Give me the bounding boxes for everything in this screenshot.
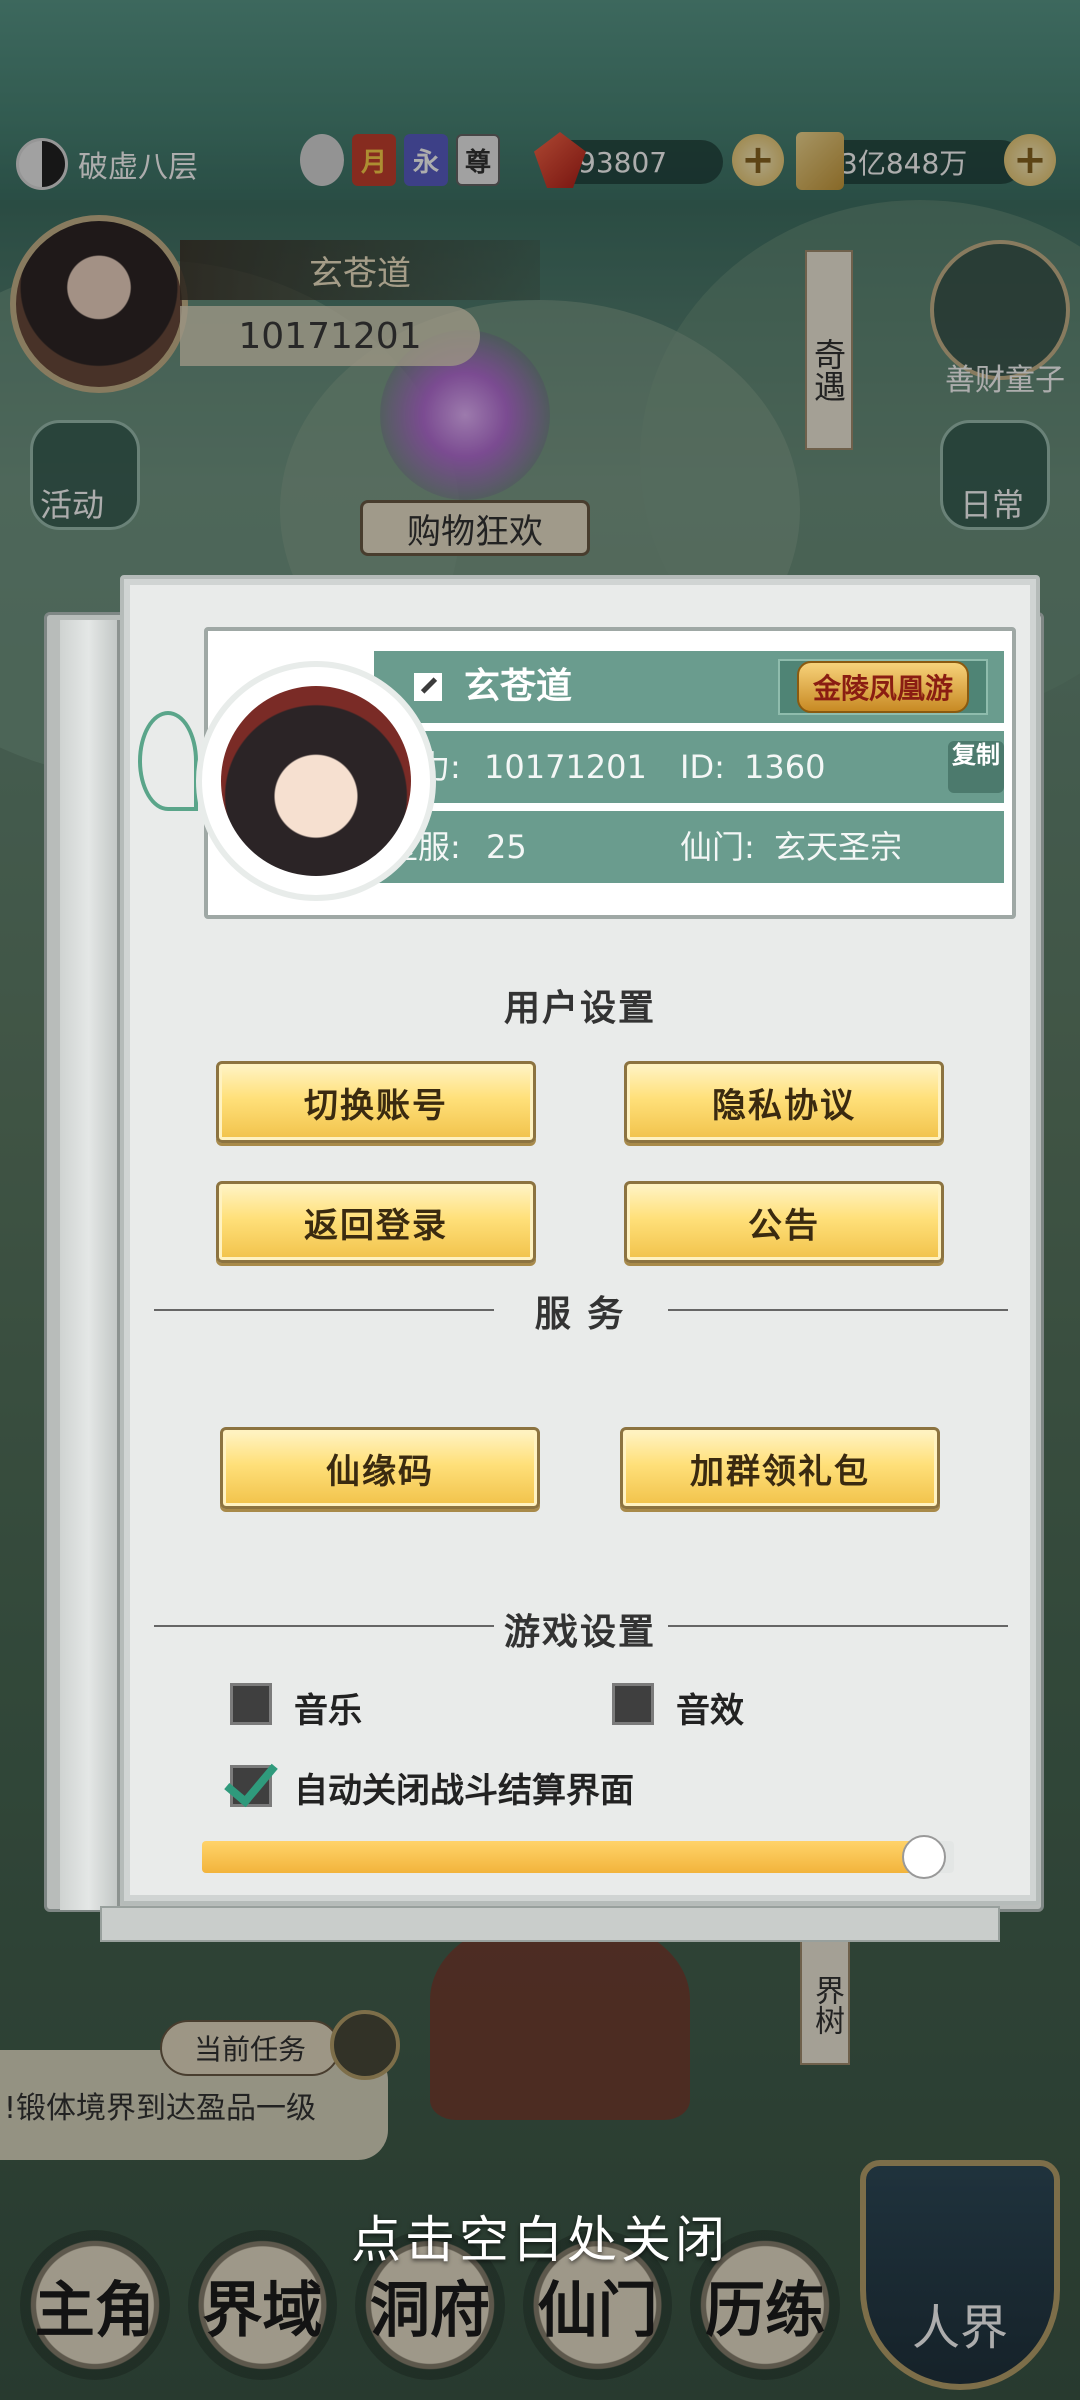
game-settings-title: 游戏设置: [503, 1612, 656, 1653]
sect-label: 仙门:: [680, 828, 755, 866]
title-badge-label: 金陵凤凰游: [796, 661, 969, 713]
join-group-gift-button[interactable]: 加群领礼包: [620, 1427, 940, 1509]
xianyuan-code-button[interactable]: 仙缘码: [220, 1427, 540, 1509]
sect-value: 玄天圣宗: [774, 828, 903, 866]
dialog-book-spine: [60, 620, 120, 1910]
user-settings-title: 用户设置: [503, 988, 656, 1029]
title-badge[interactable]: 金陵凤凰游: [778, 659, 988, 715]
profile-name-row: 玄苍道 金陵凤凰游: [374, 651, 1004, 723]
profile-name: 玄苍道: [464, 666, 573, 707]
copy-id-button[interactable]: 复制: [948, 741, 1004, 793]
edit-name-icon[interactable]: [414, 673, 442, 701]
privacy-agreement-button[interactable]: 隐私协议: [624, 1061, 944, 1143]
profile-avatar[interactable]: [196, 661, 436, 901]
auto-close-battle-checkbox[interactable]: [230, 1765, 272, 1807]
services-title: 服 务: [534, 1294, 626, 1335]
sound-effect-label: 音效: [676, 1691, 744, 1731]
settings-dialog: 玄苍道 金陵凤凰游 战力: 10171201 ID: 1360 复制 区服: 2…: [120, 575, 1040, 1905]
profile-server-row: 区服: 25 仙门: 玄天圣宗: [374, 811, 1004, 883]
power-value: 10171201: [484, 748, 647, 786]
back-to-login-button[interactable]: 返回登录: [216, 1181, 536, 1263]
music-checkbox[interactable]: [230, 1683, 272, 1725]
divider-line: [668, 1309, 1008, 1311]
tap-to-close-hint: 点击空白处关闭: [351, 2211, 729, 2269]
profile-card: 玄苍道 金陵凤凰游 战力: 10171201 ID: 1360 复制 区服: 2…: [138, 627, 1016, 919]
server-value: 25: [486, 828, 527, 866]
volume-slider-fill: [202, 1841, 924, 1873]
id-label: ID:: [680, 748, 725, 786]
divider-line: [668, 1625, 1008, 1627]
profile-power-row: 战力: 10171201 ID: 1360 复制: [374, 731, 1004, 803]
sound-effect-checkbox[interactable]: [612, 1683, 654, 1725]
character-portrait: [221, 686, 411, 876]
announcement-button[interactable]: 公告: [624, 1181, 944, 1263]
tassel-ornament-icon: [138, 711, 198, 811]
switch-account-button[interactable]: 切换账号: [216, 1061, 536, 1143]
volume-slider[interactable]: [202, 1835, 954, 1879]
dialog-bottom-edge: [100, 1906, 1000, 1942]
music-label: 音乐: [294, 1691, 362, 1731]
auto-close-battle-label: 自动关闭战斗结算界面: [294, 1771, 634, 1811]
volume-slider-handle[interactable]: [902, 1835, 946, 1879]
id-value: 1360: [744, 748, 826, 786]
